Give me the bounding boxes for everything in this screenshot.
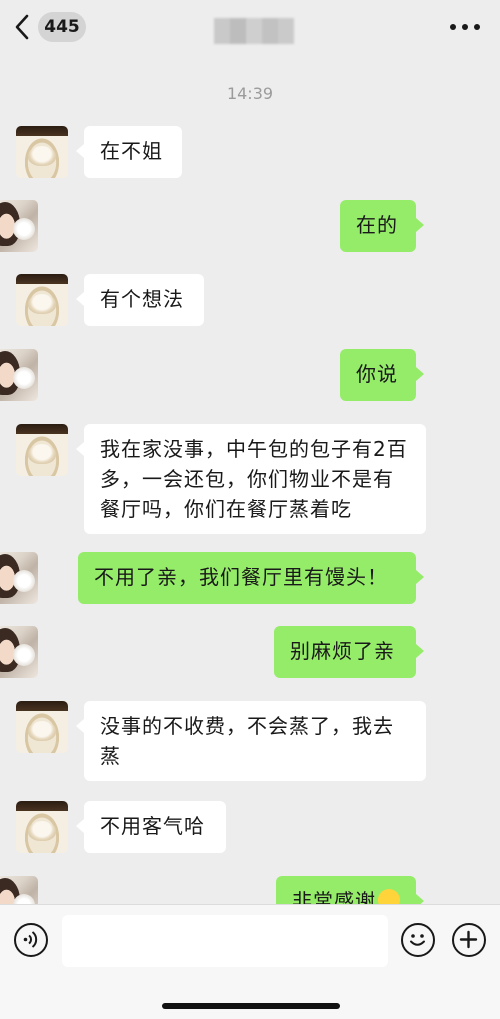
received-message[interactable]: 在不姐	[76, 126, 182, 178]
contact-avatar[interactable]	[16, 801, 68, 853]
received-message[interactable]: 不用客气哈	[76, 801, 226, 853]
user-avatar[interactable]	[0, 876, 38, 904]
contact-avatar[interactable]	[16, 424, 68, 476]
input-bar	[0, 904, 500, 1019]
chevron-left-icon	[15, 14, 29, 40]
message-row: 你说	[0, 349, 500, 401]
user-avatar[interactable]	[0, 626, 38, 678]
timestamp: 14:39	[226, 84, 274, 103]
more-dot	[474, 24, 480, 30]
plus-icon	[459, 930, 478, 949]
message-row: 非常感谢	[0, 876, 500, 904]
sent-message[interactable]: 不用了亲，我们餐厅里有馒头！	[78, 552, 424, 604]
back-button[interactable]: 445	[14, 10, 98, 44]
voice-icon	[23, 931, 38, 948]
grin-emoji-icon	[378, 889, 400, 904]
more-dots-icon	[450, 24, 456, 30]
chat-title	[214, 18, 294, 44]
more-dot	[462, 24, 468, 30]
more-actions-button[interactable]	[452, 923, 486, 957]
sent-message[interactable]: 你说	[340, 349, 424, 401]
chat-header: 445	[0, 0, 500, 56]
contact-avatar[interactable]	[16, 126, 68, 178]
voice-input-button[interactable]	[14, 923, 48, 957]
received-message[interactable]: 没事的不收费，不会蒸了，我去蒸	[76, 701, 426, 781]
user-avatar[interactable]	[0, 349, 38, 401]
message-row: 不用客气哈	[0, 801, 500, 853]
received-message[interactable]: 有个想法	[76, 274, 204, 326]
unread-count-badge: 445	[38, 12, 86, 42]
home-indicator[interactable]	[162, 1003, 340, 1009]
message-input[interactable]	[62, 915, 388, 967]
message-row: 不用了亲，我们餐厅里有馒头！	[0, 552, 500, 604]
sent-message[interactable]: 别麻烦了亲	[274, 626, 424, 678]
emoji-button[interactable]	[401, 923, 435, 957]
contact-avatar[interactable]	[16, 274, 68, 326]
message-row: 在的	[0, 200, 500, 252]
message-row: 我在家没事，中午包的包子有2百多，一会还包，你们物业不是有餐厅吗，你们在餐厅蒸着…	[0, 424, 500, 534]
received-message[interactable]: 我在家没事，中午包的包子有2百多，一会还包，你们物业不是有餐厅吗，你们在餐厅蒸着…	[76, 424, 426, 534]
sent-message-text: 非常感谢	[292, 889, 376, 904]
message-row: 没事的不收费，不会蒸了，我去蒸	[0, 701, 500, 781]
message-row: 有个想法	[0, 274, 500, 326]
contact-avatar[interactable]	[16, 701, 68, 753]
user-avatar[interactable]	[0, 200, 38, 252]
smile-icon	[410, 934, 425, 946]
sent-message[interactable]: 在的	[340, 200, 424, 252]
sent-message[interactable]: 非常感谢	[276, 876, 424, 904]
message-row: 在不姐	[0, 126, 500, 178]
message-row: 别麻烦了亲	[0, 626, 500, 678]
message-list[interactable]: 14:39 在不姐 在的 有个想法 你说 我在家没事，中午包的包子有2百多，一会…	[0, 56, 500, 904]
user-avatar[interactable]	[0, 552, 38, 604]
more-options-button[interactable]	[450, 14, 480, 40]
